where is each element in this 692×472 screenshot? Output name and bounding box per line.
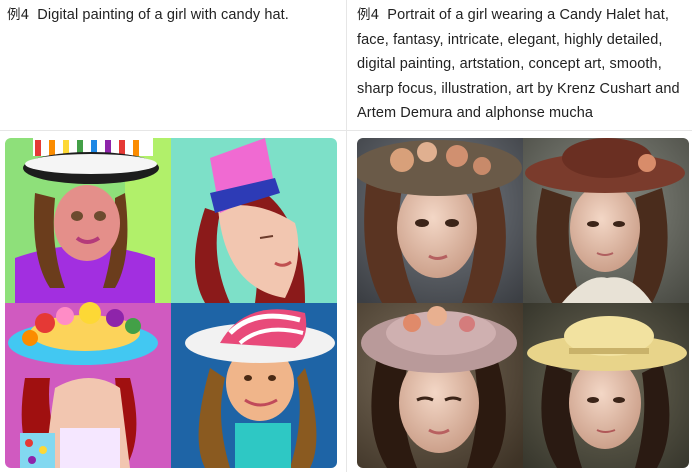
image-grid-right [357,138,689,468]
image-grid-left [5,138,337,468]
image-tr-girl-cone-hat [171,138,337,303]
prompt-text: Digital painting of a girl with candy ha… [37,7,289,23]
caption-example-left: 例4 Digital painting of a girl with candy … [7,3,337,28]
image-br-portrait-straw-hat [523,303,689,468]
example-tag: 例4 [357,7,380,23]
example-tag: 例4 [7,7,30,23]
row-divider [0,130,692,131]
image-bl-portrait-pastel-hat [357,303,523,468]
caption-example-right: 例4 Portrait of a girl wearing a Candy Hal… [357,3,689,126]
column-divider [346,0,347,472]
image-tr-portrait-wide-hat [523,138,689,303]
image-bl-girl-lollipop-hat [5,302,171,468]
comparison-table: 例4 Digital painting of a girl with candy … [0,0,692,472]
image-br-girl-striped-hat [171,303,337,468]
prompt-text: Portrait of a girl wearing a Candy Halet… [357,7,680,121]
image-tl-portrait-floral-hat [357,138,523,303]
image-tl-girl-candy-hat-flat [5,138,171,303]
